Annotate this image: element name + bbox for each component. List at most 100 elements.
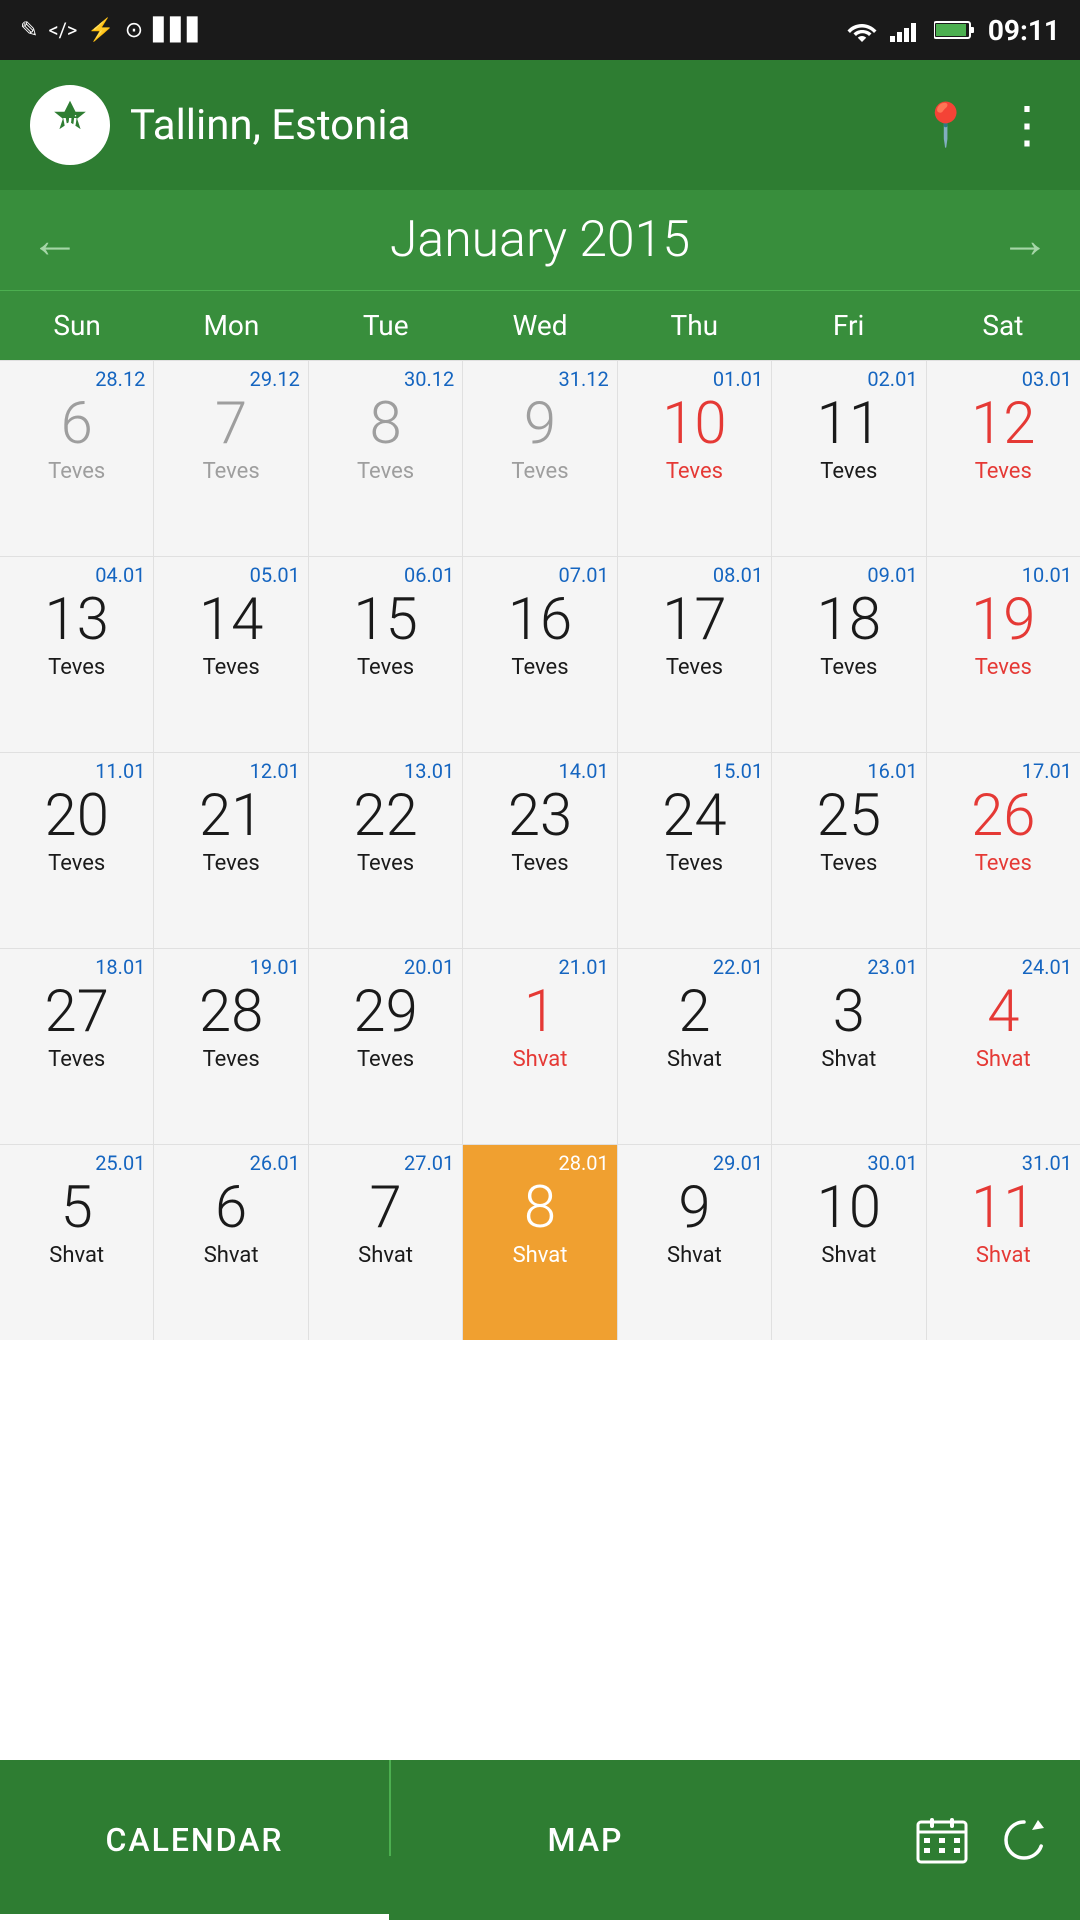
bottom-right-icons bbox=[780, 1814, 1080, 1866]
month-title: January 2015 bbox=[390, 211, 690, 269]
cell-top-date: 25.01 bbox=[95, 1151, 151, 1175]
cell-main-date: 8 bbox=[369, 393, 401, 457]
calendar-cell[interactable]: 28.126Teves bbox=[0, 361, 153, 556]
calendar-cell[interactable]: 22.012Shvat bbox=[618, 949, 771, 1144]
cell-hebrew-month: Teves bbox=[48, 1047, 105, 1072]
calendar-cell[interactable]: 26.016Shvat bbox=[154, 1145, 307, 1340]
cell-main-date: 9 bbox=[524, 393, 556, 457]
cell-hebrew-month: Teves bbox=[975, 459, 1032, 484]
cell-hebrew-month: Teves bbox=[666, 851, 723, 876]
barcode-icon: ▋▋▋ bbox=[153, 18, 204, 43]
cell-top-date: 17.01 bbox=[1022, 759, 1078, 783]
calendar-cell[interactable]: 02.0111Teves bbox=[772, 361, 925, 556]
cell-main-date: 1 bbox=[524, 981, 556, 1045]
calendar-cell[interactable]: 15.0124Teves bbox=[618, 753, 771, 948]
cell-top-date: 01.01 bbox=[713, 367, 769, 391]
cell-hebrew-month: Shvat bbox=[667, 1243, 722, 1268]
cell-hebrew-month: Shvat bbox=[667, 1047, 722, 1072]
calendar-cell[interactable]: 06.0115Teves bbox=[309, 557, 462, 752]
calendar-cell[interactable]: 29.127Teves bbox=[154, 361, 307, 556]
cell-hebrew-month: Teves bbox=[820, 851, 877, 876]
cell-hebrew-month: Teves bbox=[203, 851, 260, 876]
cell-main-date: 8 bbox=[524, 1177, 556, 1241]
calendar-cell[interactable]: 13.0122Teves bbox=[309, 753, 462, 948]
cell-main-date: 13 bbox=[45, 589, 109, 653]
cell-hebrew-month: Teves bbox=[511, 851, 568, 876]
calendar-cell[interactable]: 14.0123Teves bbox=[463, 753, 616, 948]
cell-top-date: 13.01 bbox=[404, 759, 460, 783]
day-header-wed: Wed bbox=[463, 291, 617, 360]
prev-month-button[interactable]: ← bbox=[30, 211, 80, 270]
cell-top-date: 28.12 bbox=[95, 367, 151, 391]
calendar-cell[interactable]: 10.0119Teves bbox=[927, 557, 1080, 752]
more-options-icon[interactable]: ⋮ bbox=[1002, 96, 1050, 155]
tab-map[interactable]: MAP bbox=[391, 1760, 780, 1920]
calendar-cell[interactable]: 28.018Shvat bbox=[463, 1145, 616, 1340]
cell-main-date: 10 bbox=[662, 393, 726, 457]
cell-hebrew-month: Shvat bbox=[513, 1243, 568, 1268]
status-bar: ✎ </> ⚡ ⊙ ▋▋▋ 09:11 bbox=[0, 0, 1080, 60]
calendar-cell[interactable]: 31.129Teves bbox=[463, 361, 616, 556]
cell-top-date: 10.01 bbox=[1022, 563, 1078, 587]
usb-icon: ⚡ bbox=[87, 18, 114, 43]
calendar-cell[interactable]: 08.0117Teves bbox=[618, 557, 771, 752]
cell-main-date: 9 bbox=[678, 1177, 710, 1241]
next-month-button[interactable]: → bbox=[1000, 211, 1050, 270]
calendar-cell[interactable]: 30.0110Shvat bbox=[772, 1145, 925, 1340]
calendar-cell[interactable]: 09.0118Teves bbox=[772, 557, 925, 752]
cell-top-date: 16.01 bbox=[867, 759, 923, 783]
cell-hebrew-month: Shvat bbox=[821, 1243, 876, 1268]
cell-main-date: 10 bbox=[817, 1177, 881, 1241]
cell-top-date: 12.01 bbox=[250, 759, 306, 783]
calendar-cell[interactable]: 27.017Shvat bbox=[309, 1145, 462, 1340]
cell-main-date: 29 bbox=[353, 981, 417, 1045]
calendar-cell[interactable]: 16.0125Teves bbox=[772, 753, 925, 948]
cell-top-date: 22.01 bbox=[713, 955, 769, 979]
status-right-icons: 09:11 bbox=[846, 14, 1060, 47]
calendar-cell[interactable]: 04.0113Teves bbox=[0, 557, 153, 752]
calendar-cell[interactable]: 03.0112Teves bbox=[927, 361, 1080, 556]
refresh-icon[interactable] bbox=[998, 1814, 1050, 1866]
tab-calendar[interactable]: CALENDAR bbox=[0, 1760, 389, 1920]
edit-icon: ✎ bbox=[20, 18, 38, 43]
calendar-cell[interactable]: 17.0126Teves bbox=[927, 753, 1080, 948]
day-header-tue: Tue bbox=[309, 291, 463, 360]
cell-hebrew-month: Shvat bbox=[358, 1243, 413, 1268]
calendar-icon[interactable] bbox=[916, 1814, 968, 1866]
calendar-cell[interactable]: 30.128Teves bbox=[309, 361, 462, 556]
header-right-icons: 📍 ⋮ bbox=[920, 96, 1050, 155]
cell-main-date: 28 bbox=[199, 981, 263, 1045]
calendar-cell[interactable]: 05.0114Teves bbox=[154, 557, 307, 752]
cell-hebrew-month: Teves bbox=[820, 655, 877, 680]
calendar-cell[interactable]: 12.0121Teves bbox=[154, 753, 307, 948]
location-pin-icon[interactable]: 📍 bbox=[920, 101, 972, 150]
calendar-cell[interactable]: 11.0120Teves bbox=[0, 753, 153, 948]
signal-icon bbox=[890, 18, 922, 42]
cell-top-date: 05.01 bbox=[250, 563, 306, 587]
calendar-cell[interactable]: 01.0110Teves bbox=[618, 361, 771, 556]
cell-top-date: 27.01 bbox=[404, 1151, 460, 1175]
cell-top-date: 28.01 bbox=[558, 1151, 614, 1175]
cell-top-date: 08.01 bbox=[713, 563, 769, 587]
cell-top-date: 26.01 bbox=[250, 1151, 306, 1175]
calendar-cell[interactable]: 21.011Shvat bbox=[463, 949, 616, 1144]
cell-main-date: 24 bbox=[662, 785, 726, 849]
calendar-cell[interactable]: 20.0129Teves bbox=[309, 949, 462, 1144]
calendar-cell[interactable]: 18.0127Teves bbox=[0, 949, 153, 1144]
cell-main-date: 11 bbox=[971, 1177, 1035, 1241]
calendar-cell[interactable]: 24.014Shvat bbox=[927, 949, 1080, 1144]
cell-hebrew-month: Teves bbox=[203, 655, 260, 680]
cell-main-date: 4 bbox=[987, 981, 1019, 1045]
cell-main-date: 25 bbox=[817, 785, 881, 849]
cell-main-date: 5 bbox=[61, 1177, 93, 1241]
calendar-cell[interactable]: 29.019Shvat bbox=[618, 1145, 771, 1340]
cell-main-date: 6 bbox=[61, 393, 93, 457]
wifi-icon bbox=[846, 18, 878, 42]
calendar-cell[interactable]: 07.0116Teves bbox=[463, 557, 616, 752]
day-header-thu: Thu bbox=[617, 291, 771, 360]
calendar-cell[interactable]: 31.0111Shvat bbox=[927, 1145, 1080, 1340]
calendar-cell[interactable]: 19.0128Teves bbox=[154, 949, 307, 1144]
cell-top-date: 31.01 bbox=[1022, 1151, 1078, 1175]
calendar-cell[interactable]: 25.015Shvat bbox=[0, 1145, 153, 1340]
calendar-cell[interactable]: 23.013Shvat bbox=[772, 949, 925, 1144]
